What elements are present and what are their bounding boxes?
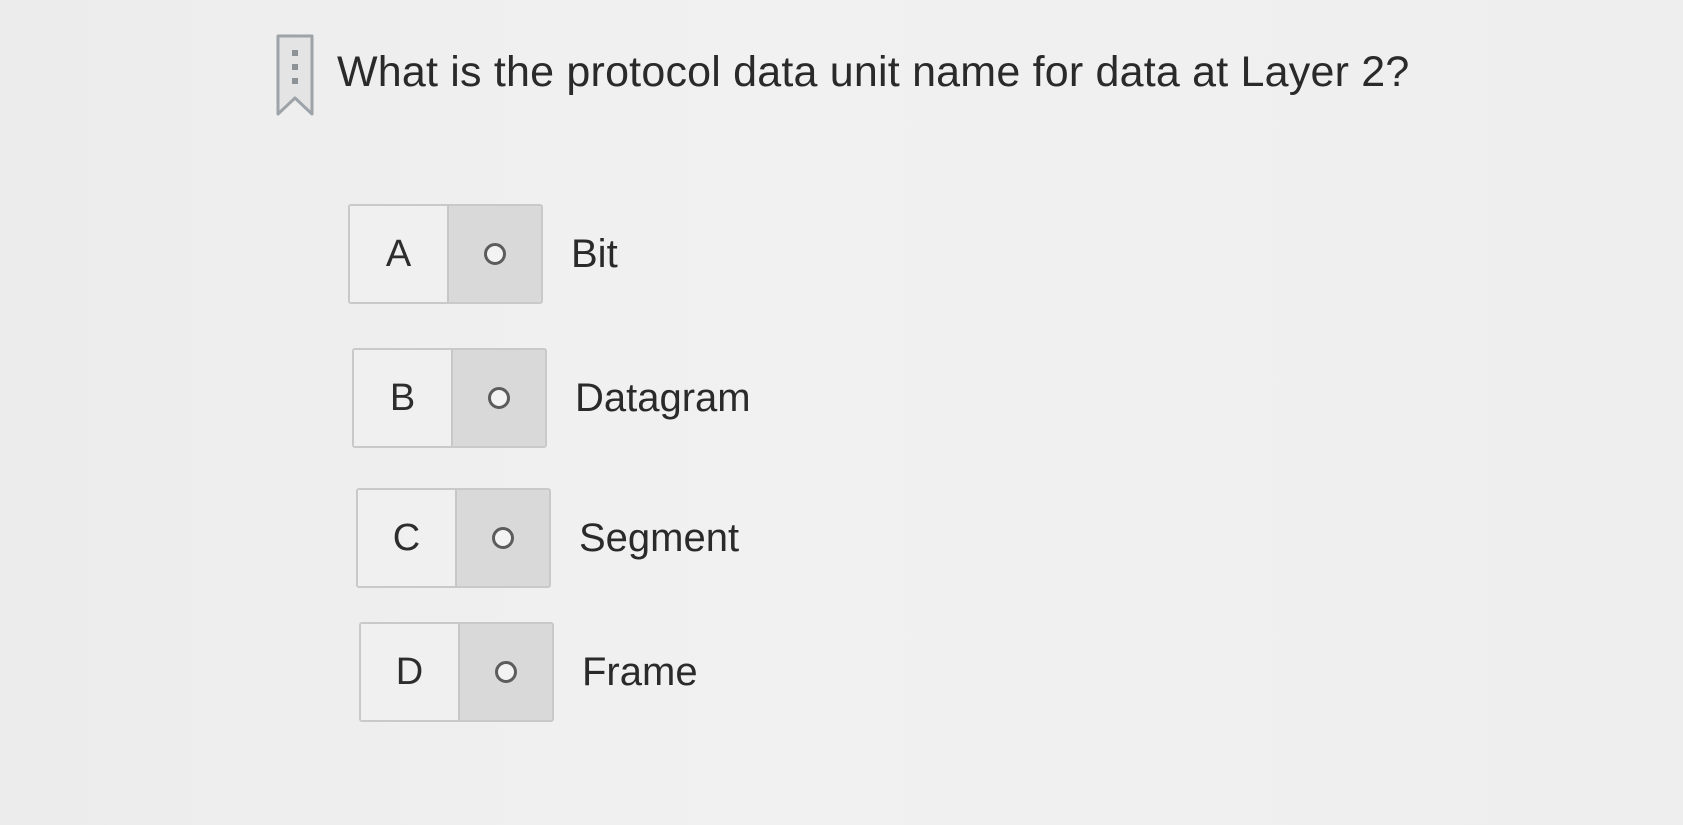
radio-button[interactable] <box>495 661 517 683</box>
answer-option-c[interactable]: C Segment <box>356 488 739 588</box>
option-radio-cell[interactable] <box>457 490 549 586</box>
option-radio-cell[interactable] <box>453 350 545 446</box>
option-radio-cell[interactable] <box>460 624 552 720</box>
radio-button[interactable] <box>488 387 510 409</box>
question-header: What is the protocol data unit name for … <box>275 30 1410 120</box>
question-text: What is the protocol data unit name for … <box>337 48 1410 96</box>
answer-option-a[interactable]: A Bit <box>348 204 618 304</box>
option-label[interactable]: Frame <box>582 650 698 695</box>
option-label[interactable]: Segment <box>579 516 739 561</box>
option-label[interactable]: Datagram <box>575 376 751 421</box>
answer-option-b[interactable]: B Datagram <box>352 348 751 448</box>
option-letter: B <box>354 350 453 446</box>
option-box[interactable]: D <box>359 622 554 722</box>
bookmark-icon[interactable] <box>275 34 315 120</box>
option-box[interactable]: B <box>352 348 547 448</box>
option-letter: D <box>361 624 460 720</box>
option-box[interactable]: C <box>356 488 551 588</box>
option-letter: C <box>358 490 457 586</box>
option-box[interactable]: A <box>348 204 543 304</box>
radio-button[interactable] <box>484 243 506 265</box>
radio-button[interactable] <box>492 527 514 549</box>
answer-option-d[interactable]: D Frame <box>359 622 698 722</box>
option-letter: A <box>350 206 449 302</box>
option-label[interactable]: Bit <box>571 232 618 277</box>
option-radio-cell[interactable] <box>449 206 541 302</box>
